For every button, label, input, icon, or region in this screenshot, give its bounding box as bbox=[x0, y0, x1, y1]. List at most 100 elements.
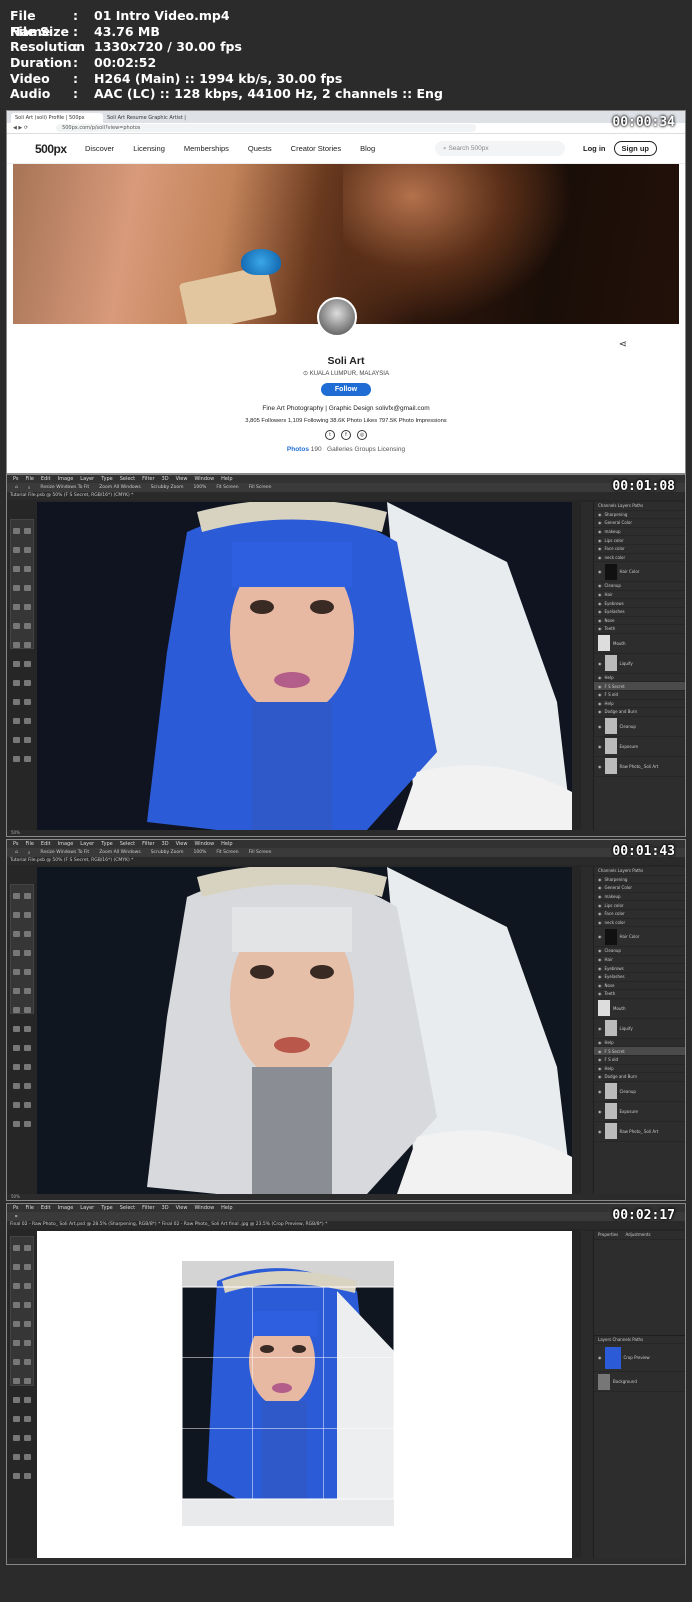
layer-row[interactable]: ◉ neck color bbox=[594, 919, 685, 928]
menu-item[interactable]: Type bbox=[101, 841, 112, 847]
browser-tab[interactable]: Soli Art (soli) Profile | 500px bbox=[11, 113, 103, 123]
layer-row[interactable]: ◉ Nose bbox=[594, 982, 685, 991]
follow-button[interactable]: Follow bbox=[320, 383, 372, 396]
menu-item[interactable]: 3D bbox=[162, 1205, 169, 1211]
layer-row[interactable]: ◉ Eyebrows bbox=[594, 599, 685, 608]
option[interactable]: 100% bbox=[194, 850, 207, 855]
option[interactable]: Resize Windows To Fit bbox=[40, 485, 89, 490]
signup-button[interactable]: Sign up bbox=[613, 141, 657, 156]
layer-row[interactable]: ◉ Hair Color bbox=[594, 927, 685, 948]
nav-discover[interactable]: Discover bbox=[85, 144, 114, 153]
layer-row[interactable]: ◉ Exposure bbox=[594, 737, 685, 757]
layer-row[interactable]: ◉ Exposure bbox=[594, 1102, 685, 1122]
layer-row[interactable]: ◉ Help bbox=[594, 674, 685, 683]
layer-row[interactable]: ◉ Eyebrows bbox=[594, 964, 685, 973]
nav-creator-stories[interactable]: Creator Stories bbox=[291, 144, 341, 153]
menu-item[interactable]: Select bbox=[120, 476, 135, 482]
canvas[interactable] bbox=[37, 1231, 572, 1558]
document-tab[interactable]: Final 02 - Raw Photo_ Soli Art.psd @ 28.… bbox=[7, 1221, 685, 1229]
menu-item[interactable]: Filter bbox=[142, 1205, 154, 1211]
layer-row[interactable]: ◉ Nose bbox=[594, 617, 685, 626]
option[interactable]: Resize Windows To Fit bbox=[40, 850, 89, 855]
menu-item[interactable]: Window bbox=[194, 476, 214, 482]
layer-row[interactable]: ◉ Help bbox=[594, 1039, 685, 1048]
menu-item[interactable]: Edit bbox=[41, 476, 51, 482]
instagram-icon[interactable]: ◎ bbox=[357, 430, 367, 440]
menu-item[interactable]: Edit bbox=[41, 841, 51, 847]
layers-tab[interactable]: Channels Layers Paths bbox=[594, 867, 685, 876]
zoom-icon[interactable]: ⌕ bbox=[28, 850, 31, 856]
layer-row[interactable]: ◉ neck color bbox=[594, 554, 685, 563]
layer-row[interactable]: Mouth bbox=[594, 999, 685, 1019]
url-bar[interactable]: 500px.com/p/soli?view=photos bbox=[56, 124, 477, 132]
menu-item[interactable]: Window bbox=[194, 1205, 214, 1211]
layer-row[interactable]: ◉ F S old bbox=[594, 1056, 685, 1065]
layer-row[interactable]: ◉ General Color bbox=[594, 519, 685, 528]
menu-item[interactable]: View bbox=[176, 1205, 188, 1211]
layer-row[interactable]: ◉ Help bbox=[594, 1065, 685, 1074]
layer-row[interactable]: ◉ Lips color bbox=[594, 901, 685, 910]
layer-row[interactable]: ◉ Eyelashes bbox=[594, 608, 685, 617]
layer-row[interactable]: ◉ Raw Photo_ Soli Art bbox=[594, 1122, 685, 1142]
search-input[interactable]: ⌕ Search 500px bbox=[435, 141, 565, 156]
layer-row[interactable]: Mouth bbox=[594, 634, 685, 654]
menu-item[interactable]: File bbox=[26, 841, 34, 847]
menu-item[interactable]: 3D bbox=[162, 841, 169, 847]
layer-row[interactable]: ◉ Face color bbox=[594, 545, 685, 554]
layer-row[interactable]: ◉ Teeth bbox=[594, 625, 685, 634]
layer-row[interactable]: ◉ Dodge and Burn bbox=[594, 1073, 685, 1082]
zoom-icon[interactable]: ⌕ bbox=[28, 485, 31, 491]
layer-row[interactable]: ◉ Raw Photo_ Soli Art bbox=[594, 757, 685, 777]
layer-row[interactable]: ◉ Lips color bbox=[594, 536, 685, 545]
option[interactable]: Zoom All Windows bbox=[99, 850, 141, 855]
option[interactable]: Fit Screen bbox=[216, 850, 238, 855]
option[interactable]: Zoom All Windows bbox=[99, 485, 141, 490]
layer-row[interactable]: ◉ Liquify bbox=[594, 1019, 685, 1039]
menu-item[interactable]: Image bbox=[58, 841, 74, 847]
avatar[interactable] bbox=[317, 297, 357, 337]
menu-item[interactable]: 3D bbox=[162, 476, 169, 482]
menu-item[interactable]: Layer bbox=[80, 1205, 94, 1211]
document-tab[interactable]: Tutorial File.psb @ 50% (F S Secret, RGB… bbox=[7, 492, 685, 500]
tab-photos[interactable]: Photos bbox=[287, 446, 309, 453]
layer-row[interactable]: ◉ Hair bbox=[594, 956, 685, 965]
layer-row[interactable]: ◉ Eyelashes bbox=[594, 973, 685, 982]
layer-row-selected[interactable]: ◉ F S Secret bbox=[594, 1047, 685, 1056]
nav-quests[interactable]: Quests bbox=[248, 144, 272, 153]
layer-row[interactable]: ◉ Cleanup bbox=[594, 717, 685, 737]
menu-item[interactable]: Layer bbox=[80, 841, 94, 847]
menu-item[interactable]: Image bbox=[58, 1205, 74, 1211]
layer-row[interactable]: ◉ Cleanup bbox=[594, 1082, 685, 1102]
layer-row[interactable]: ◉ Sharpening bbox=[594, 876, 685, 885]
option[interactable]: Scrubby Zoom bbox=[151, 850, 184, 855]
menu-item[interactable]: Select bbox=[120, 841, 135, 847]
menu-item[interactable]: Help bbox=[221, 841, 232, 847]
layers-tab[interactable]: Layers Channels Paths bbox=[594, 1336, 685, 1345]
canvas[interactable] bbox=[37, 502, 572, 830]
layer-row[interactable]: ◉ Crop Preview bbox=[594, 1344, 685, 1373]
layer-row[interactable]: ◉ Cleanup bbox=[594, 582, 685, 591]
crop-icon[interactable]: ⌗ bbox=[15, 1214, 18, 1220]
site-logo[interactable]: 500px bbox=[35, 142, 85, 156]
menu-item[interactable]: Filter bbox=[142, 476, 154, 482]
option[interactable]: Fill Screen bbox=[249, 850, 272, 855]
twitter-icon[interactable]: t bbox=[325, 430, 335, 440]
layer-row[interactable]: ◉ Cleanup bbox=[594, 947, 685, 956]
canvas[interactable] bbox=[37, 867, 572, 1194]
login-link[interactable]: Log in bbox=[583, 144, 606, 153]
nav-licensing[interactable]: Licensing bbox=[133, 144, 165, 153]
tab-others[interactable]: Galleries Groups Licensing bbox=[327, 446, 405, 453]
menu-item[interactable]: Image bbox=[58, 476, 74, 482]
menu-item[interactable]: Help bbox=[221, 1205, 232, 1211]
layer-row[interactable]: ◉ Sharpening bbox=[594, 511, 685, 520]
layer-row[interactable]: ◉ Help bbox=[594, 700, 685, 709]
menu-item[interactable]: Layer bbox=[80, 476, 94, 482]
facebook-icon[interactable]: f bbox=[341, 430, 351, 440]
nav-blog[interactable]: Blog bbox=[360, 144, 375, 153]
home-icon[interactable]: ⌂ bbox=[15, 485, 18, 490]
menu-item[interactable]: View bbox=[176, 841, 188, 847]
share-icon[interactable]: ⋖ bbox=[619, 339, 627, 350]
menu-item[interactable]: Edit bbox=[41, 1205, 51, 1211]
layer-row[interactable]: ◉ General Color bbox=[594, 884, 685, 893]
option[interactable]: Fit Screen bbox=[216, 485, 238, 490]
